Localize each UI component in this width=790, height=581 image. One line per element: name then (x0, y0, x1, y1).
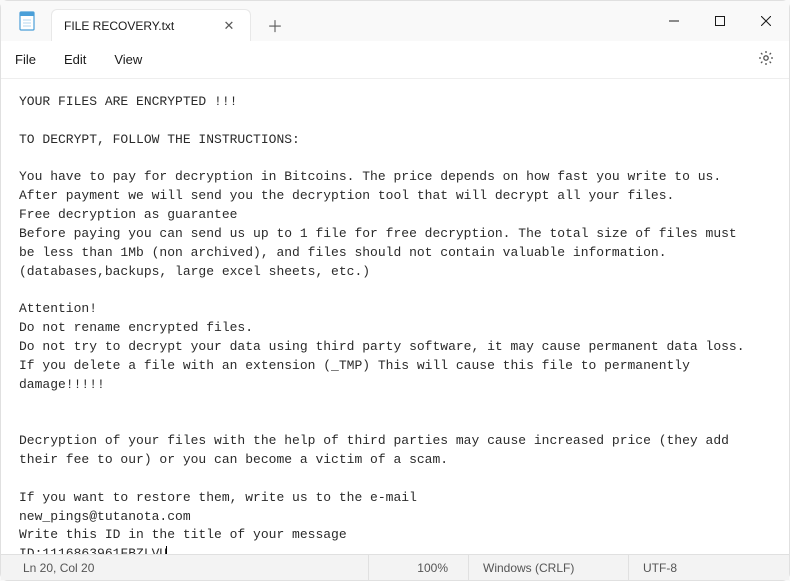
text-line: After payment we will send you the decry… (19, 188, 674, 203)
gear-icon[interactable] (757, 49, 775, 70)
minimize-button[interactable] (651, 1, 697, 41)
close-tab-icon[interactable]: ✕ (220, 17, 238, 35)
text-line: TO DECRYPT, FOLLOW THE INSTRUCTIONS: (19, 132, 300, 147)
editor-content[interactable]: YOUR FILES ARE ENCRYPTED !!! TO DECRYPT,… (1, 79, 789, 554)
text-line: be less than 1Mb (non archived), and fil… (19, 245, 667, 260)
text-line: new_pings@tutanota.com (19, 509, 191, 524)
status-position[interactable]: Ln 20, Col 20 (1, 555, 369, 580)
status-zoom[interactable]: 100% (369, 555, 469, 580)
text-line: Do not rename encrypted files. (19, 320, 253, 335)
text-line: If you want to restore them, write us to… (19, 490, 417, 505)
text-line: damage!!!!! (19, 377, 105, 392)
statusbar: Ln 20, Col 20 100% Windows (CRLF) UTF-8 (1, 554, 789, 580)
tab-active[interactable]: FILE RECOVERY.txt ✕ (51, 9, 251, 41)
notepad-icon (17, 10, 37, 32)
titlebar: FILE RECOVERY.txt ✕ ＋ (1, 1, 789, 41)
text-line: their fee to our) or you can become a vi… (19, 452, 448, 467)
text-line: You have to pay for decryption in Bitcoi… (19, 169, 721, 184)
text-line: (databases,backups, large excel sheets, … (19, 264, 370, 279)
text-line: Before paying you can send us up to 1 fi… (19, 226, 737, 241)
text-line: Write this ID in the title of your messa… (19, 527, 347, 542)
window-controls (651, 1, 789, 41)
text-caret (166, 546, 167, 554)
text-line: ID:1116863961FBZLVU (19, 546, 167, 554)
status-eol[interactable]: Windows (CRLF) (469, 555, 629, 580)
menubar: File Edit View (1, 41, 789, 79)
menu-view[interactable]: View (114, 52, 142, 67)
text-line: Attention! (19, 301, 97, 316)
new-tab-button[interactable]: ＋ (259, 9, 291, 41)
text-line: Free decryption as guarantee (19, 207, 237, 222)
text-line: Do not try to decrypt your data using th… (19, 339, 745, 354)
menu-file[interactable]: File (15, 52, 36, 67)
text-line: Decryption of your files with the help o… (19, 433, 729, 448)
text-line: YOUR FILES ARE ENCRYPTED !!! (19, 94, 237, 109)
maximize-button[interactable] (697, 1, 743, 41)
tab-title: FILE RECOVERY.txt (64, 19, 220, 33)
status-encoding[interactable]: UTF-8 (629, 555, 789, 580)
close-button[interactable] (743, 1, 789, 41)
menu-edit[interactable]: Edit (64, 52, 86, 67)
text-line: If you delete a file with an extension (… (19, 358, 690, 373)
